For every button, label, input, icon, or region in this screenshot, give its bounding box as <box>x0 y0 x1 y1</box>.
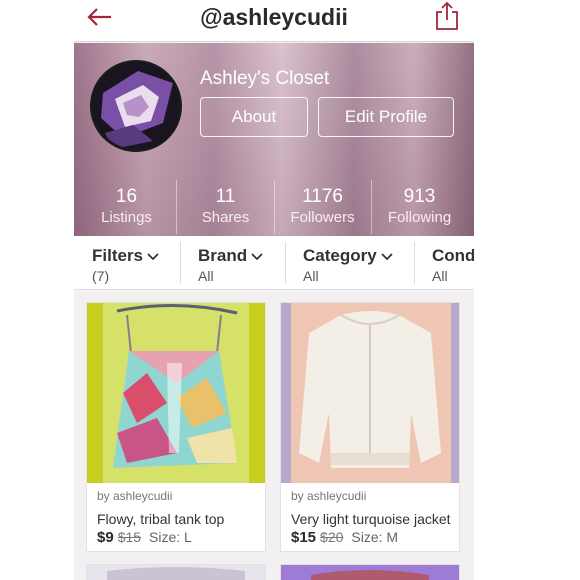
closet-name: Ashley's Closet <box>200 68 330 89</box>
filter-brand[interactable]: Brand All <box>198 236 263 290</box>
filter-name: Filters <box>92 246 144 265</box>
divider <box>180 242 181 284</box>
stat-label: Followers <box>290 209 355 226</box>
stat-value: 913 <box>403 186 436 207</box>
listing-card[interactable] <box>86 564 266 580</box>
filter-bar: Filters (7) Brand All Category All Cond … <box>74 236 474 290</box>
stats-row: 16 Listings 11 Shares 1176 Followers 913… <box>74 178 474 236</box>
app-screen: @ashleycudii Ashley's Closet About Edit … <box>74 0 474 580</box>
edit-profile-button[interactable]: Edit Profile <box>318 97 454 137</box>
listing-size: Size: M <box>351 529 399 545</box>
listing-price-row: $15 $20 Size: M <box>291 529 398 546</box>
listing-price-row: $9 $15 Size: L <box>97 529 192 546</box>
stat-value: 16 <box>115 186 138 207</box>
filter-value: All <box>198 268 214 284</box>
filter-category[interactable]: Category All <box>303 236 393 290</box>
filter-value: All <box>303 268 319 284</box>
listing-image[interactable] <box>87 303 265 483</box>
filter-name: Category <box>303 246 377 265</box>
listing-image[interactable] <box>87 565 265 580</box>
stat-label: Listings <box>101 209 152 226</box>
page-title: @ashleycudii <box>200 4 348 30</box>
filter-filters[interactable]: Filters (7) <box>92 236 159 290</box>
listing-title[interactable]: Very light turquoise jacket <box>291 511 451 527</box>
stat-value: 1176 <box>302 186 343 207</box>
stat-label: Shares <box>201 209 250 226</box>
avatar[interactable] <box>90 60 182 152</box>
divider <box>414 242 415 284</box>
stat-shares[interactable]: 11 Shares <box>177 178 274 236</box>
about-button[interactable]: About <box>200 97 308 137</box>
chevron-down-icon <box>381 252 393 260</box>
listing-price: $9 <box>97 529 114 546</box>
stat-followers[interactable]: 1176 Followers <box>274 178 371 236</box>
stat-following[interactable]: 913 Following <box>371 178 468 236</box>
listing-price: $15 <box>291 529 317 546</box>
filter-condition[interactable]: Cond All <box>432 236 474 290</box>
listing-card[interactable]: by ashleycudii Very light turquoise jack… <box>280 302 460 552</box>
share-icon[interactable] <box>434 1 460 31</box>
listing-original-price: $20 <box>320 529 344 545</box>
listing-card[interactable] <box>280 564 460 580</box>
listing-size: Size: L <box>149 529 192 545</box>
listing-title[interactable]: Flowy, tribal tank top <box>97 511 224 527</box>
listing-seller[interactable]: by ashleycudii <box>97 489 172 503</box>
stat-label: Following <box>387 209 452 226</box>
chevron-down-icon <box>147 252 159 260</box>
top-nav-bar: @ashleycudii <box>74 0 474 42</box>
profile-header: Ashley's Closet About Edit Profile 16 Li… <box>74 43 474 236</box>
listing-image[interactable] <box>281 303 459 483</box>
filter-value: All <box>432 268 448 284</box>
filter-name: Cond <box>432 246 474 265</box>
listing-card[interactable]: by ashleycudii Flowy, tribal tank top $9… <box>86 302 266 552</box>
divider <box>285 242 286 284</box>
stat-value: 11 <box>215 186 236 207</box>
listing-seller[interactable]: by ashleycudii <box>291 489 366 503</box>
stat-listings[interactable]: 16 Listings <box>78 178 175 236</box>
listing-original-price: $15 <box>117 529 142 545</box>
listing-image[interactable] <box>281 565 459 580</box>
filter-name: Brand <box>198 246 248 265</box>
filter-value: (7) <box>92 268 110 284</box>
chevron-down-icon <box>251 252 263 260</box>
